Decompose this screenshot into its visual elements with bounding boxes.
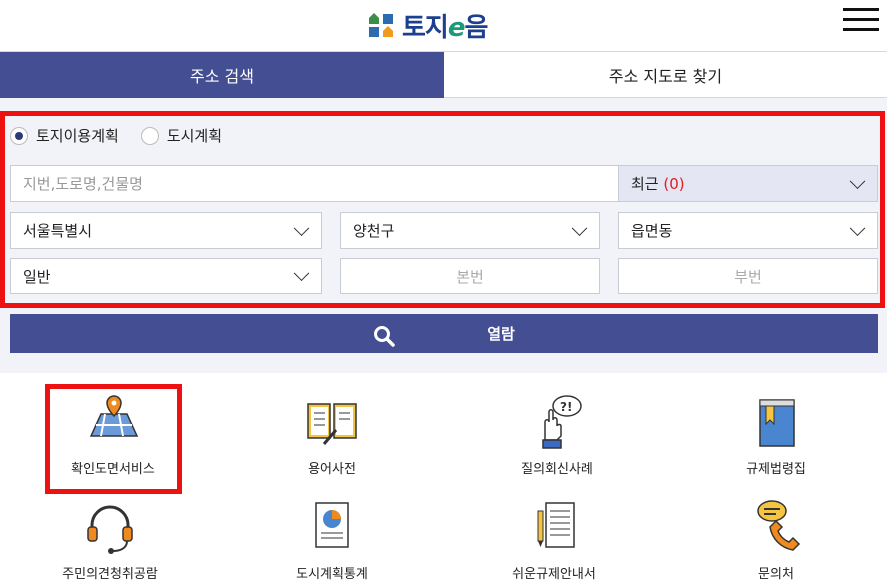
service-label: 주민의견청취공람 [62, 567, 158, 582]
law-book-icon [746, 392, 806, 452]
phone-chat-icon [746, 497, 806, 557]
view-button[interactable]: 열람 [10, 314, 878, 353]
sigungu-value: 양천구 [353, 222, 395, 240]
service-urban-statistics[interactable]: 도시계획통계 [262, 497, 402, 582]
tab-address-search[interactable]: 주소 검색 [0, 52, 444, 98]
radio-selected-icon [10, 126, 28, 145]
sub-number-input[interactable]: 부번 [618, 258, 878, 294]
land-type-value: 일반 [23, 267, 51, 286]
service-qa-cases[interactable]: ?! 질의회신사례 [487, 392, 627, 477]
radio-land-use-plan[interactable]: 토지이용계획 [10, 125, 119, 146]
radio-unselected-icon [140, 126, 159, 145]
headset-icon [80, 497, 140, 557]
service-label: 쉬운규제안내서 [512, 567, 596, 582]
book-dictionary-icon [302, 392, 362, 452]
chevron-down-icon [293, 219, 310, 236]
sigungu-select[interactable]: 양천구 [340, 212, 600, 249]
guide-document-icon [524, 497, 584, 557]
service-law-collection[interactable]: 규제법령집 [706, 392, 846, 477]
radio-label: 토지이용계획 [36, 127, 119, 145]
logo-houses-icon [368, 11, 396, 39]
address-search-input[interactable]: 지번,도로명,건물명 [10, 165, 619, 202]
svg-text:?!: ?! [560, 400, 572, 414]
view-button-label: 열람 [487, 325, 515, 343]
toji-eum-logo[interactable]: 토지e음 [368, 7, 488, 43]
land-type-select[interactable]: 일반 [10, 258, 322, 294]
sub-number-placeholder: 부번 [734, 267, 762, 286]
service-label: 질의회신사례 [521, 462, 593, 477]
dong-value: 읍면동 [631, 222, 673, 240]
service-easy-guide[interactable]: 쉬운규제안내서 [484, 497, 624, 582]
dong-select[interactable]: 읍면동 [618, 212, 878, 249]
hamburger-menu-icon[interactable] [843, 8, 879, 34]
search-icon [373, 325, 395, 347]
service-label: 문의처 [758, 567, 794, 582]
search-tabs: 주소 검색 주소 지도로 찾기 [0, 52, 887, 98]
address-placeholder: 지번,도로명,건물명 [23, 175, 143, 193]
chevron-down-icon [571, 219, 588, 236]
logo-text-toji: 토지 [402, 12, 449, 43]
recent-label: 최근 (0) [631, 175, 685, 193]
service-glossary[interactable]: 용어사전 [262, 392, 402, 477]
service-label: 규제법령집 [746, 462, 806, 477]
service-public-hearing[interactable]: 주민의견청취공람 [40, 497, 180, 582]
logo-text-e: e [447, 12, 466, 43]
radio-urban-plan[interactable]: 도시계획 [140, 125, 223, 146]
radio-label: 도시계획 [166, 127, 223, 145]
chevron-down-icon [849, 219, 866, 236]
logo-text-eum: 음 [464, 12, 488, 43]
tab-map-search[interactable]: 주소 지도로 찾기 [444, 52, 887, 98]
chevron-down-icon [293, 265, 310, 282]
main-number-input[interactable]: 본번 [340, 258, 600, 294]
service-label: 용어사전 [308, 462, 356, 477]
service-highlight-box [45, 384, 182, 494]
sido-select[interactable]: 서울특별시 [10, 212, 322, 249]
service-label: 도시계획통계 [296, 567, 368, 582]
plan-type-radio-group: 토지이용계획 도시계획 [10, 125, 244, 146]
statistics-chart-icon [302, 497, 362, 557]
main-number-placeholder: 본번 [456, 267, 484, 286]
service-contact[interactable]: 문의처 [706, 497, 846, 582]
sido-value: 서울특별시 [23, 222, 93, 240]
recent-searches-dropdown[interactable]: 최근 (0) [618, 165, 878, 202]
question-hand-icon: ?! [527, 392, 587, 452]
recent-count: (0) [663, 175, 685, 193]
chevron-down-icon [849, 172, 866, 189]
app-header: 토지e음 [0, 0, 887, 52]
